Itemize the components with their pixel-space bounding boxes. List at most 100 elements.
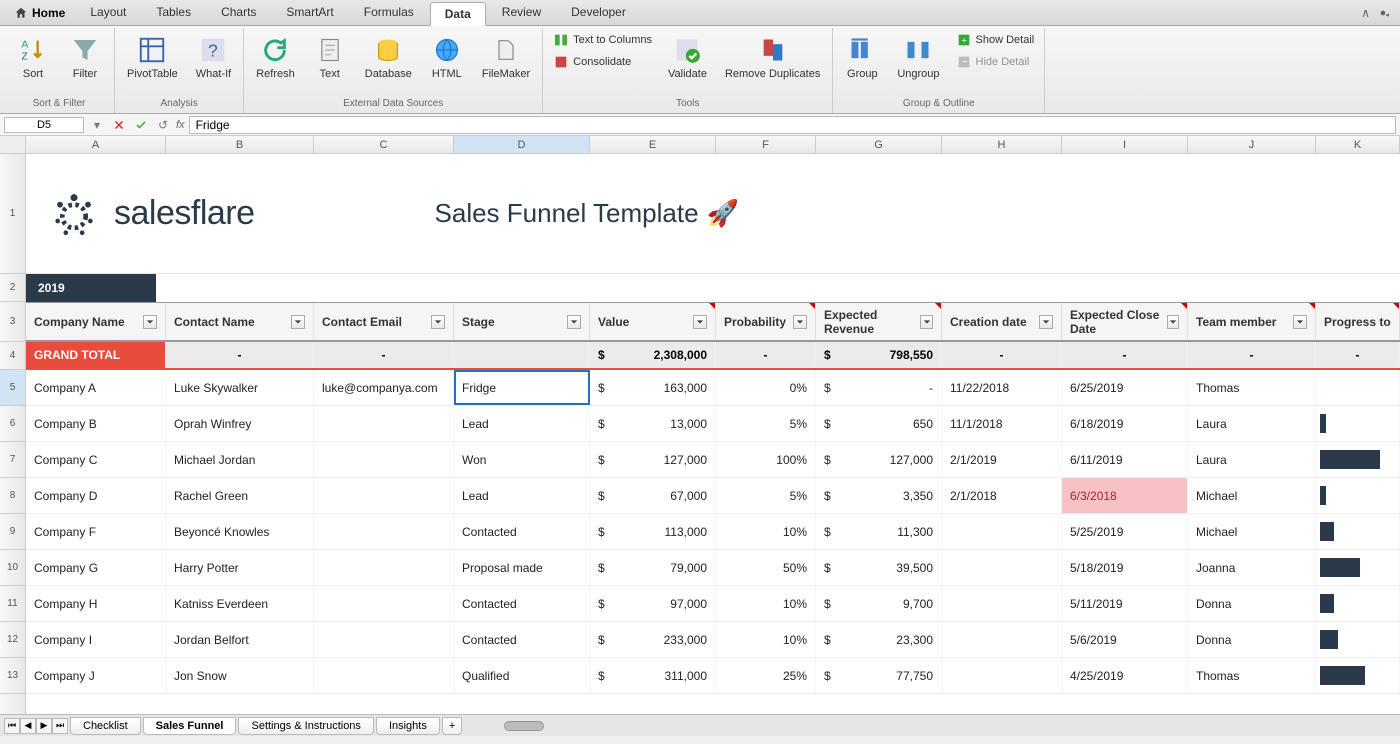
- cancel-icon[interactable]: [110, 116, 128, 134]
- table-cell[interactable]: [942, 658, 1062, 693]
- text-button[interactable]: Text: [307, 30, 353, 84]
- group-button[interactable]: Group: [839, 30, 885, 84]
- filter-dropdown-icon[interactable]: [1167, 315, 1179, 329]
- table-cell[interactable]: [942, 550, 1062, 585]
- table-cell[interactable]: 6/11/2019: [1062, 442, 1188, 477]
- tab-nav-prev-icon[interactable]: ◀: [20, 718, 36, 734]
- table-cell[interactable]: 10%: [716, 586, 816, 621]
- table-cell[interactable]: [314, 586, 454, 621]
- table-cell[interactable]: [1316, 586, 1400, 621]
- filter-dropdown-icon[interactable]: [1293, 315, 1307, 329]
- total-cell[interactable]: -: [942, 342, 1062, 368]
- table-cell[interactable]: [1316, 658, 1400, 693]
- table-cell[interactable]: Luke Skywalker: [166, 370, 314, 405]
- table-cell[interactable]: Donna: [1188, 586, 1316, 621]
- row-header[interactable]: 5: [0, 370, 25, 406]
- table-cell[interactable]: $127,000: [816, 442, 942, 477]
- table-cell[interactable]: $3,350: [816, 478, 942, 513]
- table-cell[interactable]: [314, 406, 454, 441]
- table-cell[interactable]: Thomas: [1188, 370, 1316, 405]
- total-cell[interactable]: [454, 342, 590, 368]
- table-cell[interactable]: $67,000: [590, 478, 716, 513]
- table-cell[interactable]: 2/1/2019: [942, 442, 1062, 477]
- table-cell[interactable]: Harry Potter: [166, 550, 314, 585]
- table-cell[interactable]: Rachel Green: [166, 478, 314, 513]
- table-cell[interactable]: Thomas: [1188, 658, 1316, 693]
- table-cell[interactable]: Joanna: [1188, 550, 1316, 585]
- table-cell[interactable]: luke@companya.com: [314, 370, 454, 405]
- table-cell[interactable]: Michael Jordan: [166, 442, 314, 477]
- tab-layout[interactable]: Layout: [76, 1, 140, 25]
- filter-dropdown-icon[interactable]: [143, 315, 157, 329]
- filter-dropdown-icon[interactable]: [920, 315, 933, 329]
- accept-icon[interactable]: [132, 116, 150, 134]
- table-cell[interactable]: Company J: [26, 658, 166, 693]
- horizontal-scroll-thumb[interactable]: [504, 721, 544, 731]
- table-cell[interactable]: Contacted: [454, 586, 590, 621]
- row-header[interactable]: 8: [0, 478, 25, 514]
- table-cell[interactable]: Company D: [26, 478, 166, 513]
- row-header[interactable]: 7: [0, 442, 25, 478]
- filter-dropdown-icon[interactable]: [431, 315, 445, 329]
- show-detail-button[interactable]: +Show Detail: [952, 30, 1039, 50]
- column-header[interactable]: K: [1316, 136, 1400, 153]
- table-cell[interactable]: Fridge▲▼: [454, 370, 590, 405]
- table-cell[interactable]: 5/11/2019: [1062, 586, 1188, 621]
- sheet-tab[interactable]: Sales Funnel: [143, 717, 237, 735]
- table-cell[interactable]: Company G: [26, 550, 166, 585]
- name-dropdown-icon[interactable]: ▾: [88, 116, 106, 134]
- table-cell[interactable]: Lead: [454, 478, 590, 513]
- table-cell[interactable]: Donna: [1188, 622, 1316, 657]
- table-cell[interactable]: $77,750: [816, 658, 942, 693]
- total-cell[interactable]: $2,308,000: [590, 342, 716, 368]
- table-cell[interactable]: $233,000: [590, 622, 716, 657]
- table-cell[interactable]: [1316, 370, 1400, 405]
- table-cell[interactable]: [314, 622, 454, 657]
- table-cell[interactable]: Qualified: [454, 658, 590, 693]
- validate-button[interactable]: Validate: [662, 30, 713, 84]
- select-all-corner[interactable]: [0, 136, 26, 153]
- table-cell[interactable]: 6/18/2019: [1062, 406, 1188, 441]
- table-cell[interactable]: [942, 622, 1062, 657]
- table-cell[interactable]: $311,000: [590, 658, 716, 693]
- history-icon[interactable]: ↺: [154, 116, 172, 134]
- table-cell[interactable]: [1316, 514, 1400, 549]
- table-cell[interactable]: [942, 586, 1062, 621]
- table-cell[interactable]: [1316, 478, 1400, 513]
- table-cell[interactable]: 11/1/2018: [942, 406, 1062, 441]
- column-header[interactable]: I: [1062, 136, 1188, 153]
- table-cell[interactable]: 6/25/2019: [1062, 370, 1188, 405]
- hide-detail-button[interactable]: −Hide Detail: [952, 52, 1039, 72]
- table-cell[interactable]: 5/18/2019: [1062, 550, 1188, 585]
- tab-nav-last-icon[interactable]: ⏭: [52, 718, 68, 734]
- table-cell[interactable]: $79,000: [590, 550, 716, 585]
- row-header[interactable]: 9: [0, 514, 25, 550]
- table-cell[interactable]: 11/22/2018: [942, 370, 1062, 405]
- table-cell[interactable]: Company I: [26, 622, 166, 657]
- table-cell[interactable]: Katniss Everdeen: [166, 586, 314, 621]
- table-cell[interactable]: $9,700: [816, 586, 942, 621]
- row-header[interactable]: 12: [0, 622, 25, 658]
- table-cell[interactable]: 50%: [716, 550, 816, 585]
- table-cell[interactable]: 5%: [716, 406, 816, 441]
- tab-data[interactable]: Data: [430, 2, 486, 26]
- table-cell[interactable]: Beyoncé Knowles: [166, 514, 314, 549]
- table-cell[interactable]: Proposal made: [454, 550, 590, 585]
- tab-tables[interactable]: Tables: [142, 1, 205, 25]
- formula-input[interactable]: Fridge: [189, 116, 1396, 134]
- table-cell[interactable]: Contacted: [454, 622, 590, 657]
- refresh-button[interactable]: Refresh: [250, 30, 301, 84]
- table-cell[interactable]: 5/25/2019: [1062, 514, 1188, 549]
- table-cell[interactable]: $13,000: [590, 406, 716, 441]
- name-box[interactable]: D5: [4, 117, 84, 133]
- table-cell[interactable]: 25%: [716, 658, 816, 693]
- table-cell[interactable]: $11,300: [816, 514, 942, 549]
- total-cell[interactable]: -: [1062, 342, 1188, 368]
- table-cell[interactable]: Jordan Belfort: [166, 622, 314, 657]
- table-cell[interactable]: 5%: [716, 478, 816, 513]
- table-cell[interactable]: $127,000: [590, 442, 716, 477]
- column-header[interactable]: B: [166, 136, 314, 153]
- filter-dropdown-icon[interactable]: [567, 315, 581, 329]
- table-cell[interactable]: Company H: [26, 586, 166, 621]
- table-cell[interactable]: Michael: [1188, 478, 1316, 513]
